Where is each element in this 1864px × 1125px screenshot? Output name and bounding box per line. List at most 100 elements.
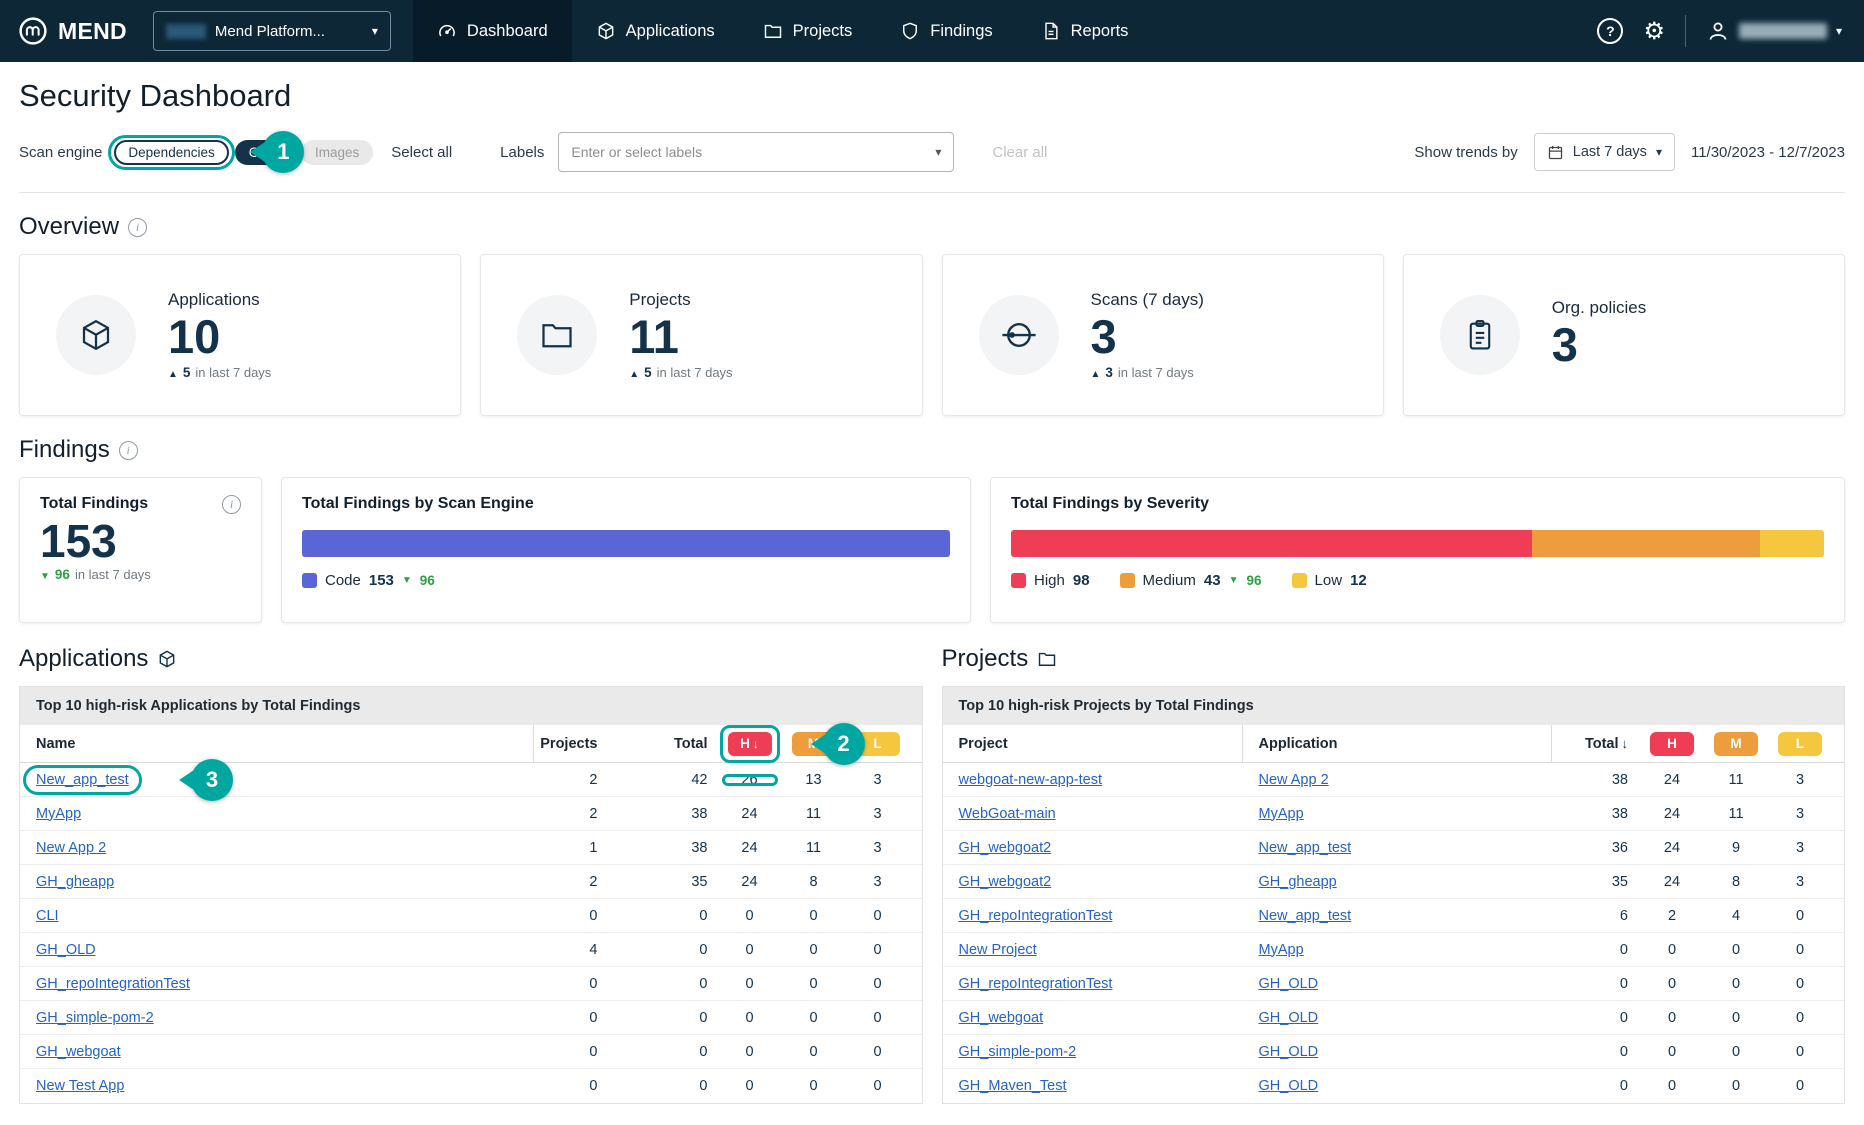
projects-col-l-badge[interactable]: L — [1778, 732, 1822, 756]
medium-count-cell[interactable]: 11 — [1704, 806, 1768, 822]
project-link[interactable]: GH_Maven_Test — [959, 1078, 1067, 1094]
low-count-cell[interactable]: 0 — [846, 976, 910, 992]
date-range-dropdown[interactable]: Last 7 days ▾ — [1534, 133, 1675, 171]
code-bar-segment[interactable] — [302, 530, 950, 557]
high-count-cell[interactable]: 0 — [1640, 1078, 1704, 1094]
high-count-cell[interactable]: 24 — [718, 874, 782, 890]
medium-count-cell[interactable]: 8 — [782, 874, 846, 890]
project-link[interactable]: GH_repoIntegrationTest — [959, 976, 1113, 992]
projects-count-cell[interactable]: 0 — [534, 908, 598, 924]
total-findings-cell[interactable]: 0 — [1552, 1010, 1640, 1026]
low-count-cell[interactable]: 0 — [1768, 1078, 1832, 1094]
high-count-cell[interactable]: 0 — [1640, 942, 1704, 958]
application-link[interactable]: GH_OLD — [1259, 976, 1319, 992]
medium-count-cell[interactable]: 0 — [782, 908, 846, 924]
high-count-cell[interactable]: 24 — [718, 840, 782, 856]
total-findings-cell[interactable]: 38 — [598, 840, 718, 856]
medium-count-cell[interactable]: 8 — [1704, 874, 1768, 890]
help-icon[interactable]: ? — [1597, 18, 1623, 44]
projects-count-cell[interactable]: 2 — [534, 806, 598, 822]
projects-col-h-badge[interactable]: H — [1650, 732, 1694, 756]
apps-col-h-badge[interactable]: H ↓ — [728, 732, 772, 756]
high-count-cell[interactable]: 24 — [1640, 806, 1704, 822]
total-findings-cell[interactable]: 38 — [1552, 806, 1640, 822]
user-menu[interactable]: ▾ — [1706, 19, 1842, 43]
high-count-cell[interactable]: 0 — [1640, 1044, 1704, 1060]
application-link[interactable]: GH_OLD — [1259, 1044, 1319, 1060]
medium-count-cell[interactable]: 0 — [782, 976, 846, 992]
medium-count-cell[interactable]: 0 — [782, 1044, 846, 1060]
medium-count-cell[interactable]: 11 — [782, 806, 846, 822]
labels-input[interactable] — [571, 144, 935, 160]
applications-summary-card[interactable]: Applications 10 ▲ 5 in last 7 days — [19, 254, 461, 416]
application-link[interactable]: New App 2 — [36, 840, 106, 856]
low-count-cell[interactable]: 0 — [846, 1010, 910, 1026]
low-count-cell[interactable]: 3 — [1768, 772, 1832, 788]
application-link[interactable]: GH_gheapp — [1259, 874, 1337, 890]
org-policies-summary-card[interactable]: Org. policies 3 — [1403, 254, 1845, 416]
projects-count-cell[interactable]: 2 — [534, 874, 598, 890]
application-link[interactable]: GH_OLD — [1259, 1010, 1319, 1026]
projects-count-cell[interactable]: 1 — [534, 840, 598, 856]
low-count-cell[interactable]: 0 — [1768, 908, 1832, 924]
medium-count-cell[interactable]: 0 — [1704, 1078, 1768, 1094]
projects-col-total[interactable]: Total↓ — [1552, 736, 1640, 752]
low-count-cell[interactable]: 0 — [846, 942, 910, 958]
project-link[interactable]: GH_repoIntegrationTest — [959, 908, 1113, 924]
high-count-cell[interactable]: 0 — [1640, 976, 1704, 992]
total-findings-cell[interactable]: 0 — [1552, 1078, 1640, 1094]
high-count-cell[interactable]: 26 — [718, 772, 782, 788]
medium-count-cell[interactable]: 0 — [782, 1010, 846, 1026]
medium-count-cell[interactable]: 0 — [1704, 942, 1768, 958]
medium-count-cell[interactable]: 0 — [782, 942, 846, 958]
total-findings-cell[interactable]: 0 — [1552, 942, 1640, 958]
high-count-cell[interactable]: 24 — [1640, 772, 1704, 788]
project-link[interactable]: WebGoat-main — [959, 806, 1056, 822]
projects-col-project[interactable]: Project — [943, 725, 1243, 762]
mend-logo[interactable]: MEND — [18, 16, 127, 46]
nav-reports[interactable]: Reports — [1017, 0, 1153, 62]
nav-applications[interactable]: Applications — [572, 0, 739, 62]
medium-count-cell[interactable]: 13 — [782, 772, 846, 788]
medium-count-cell[interactable]: 11 — [782, 840, 846, 856]
low-count-cell[interactable]: 3 — [846, 806, 910, 822]
apps-col-total[interactable]: Total — [598, 736, 718, 752]
project-link[interactable]: New Project — [959, 942, 1037, 958]
projects-count-cell[interactable]: 2 — [534, 772, 598, 788]
application-link[interactable]: New_app_test — [1259, 908, 1352, 924]
total-findings-cell[interactable]: 0 — [598, 1078, 718, 1094]
high-count-cell[interactable]: 0 — [718, 1010, 782, 1026]
project-link[interactable]: GH_webgoat — [959, 1010, 1044, 1026]
high-count-cell[interactable]: 0 — [718, 1078, 782, 1094]
total-findings-cell[interactable]: 38 — [1552, 772, 1640, 788]
chip-dependencies[interactable]: Dependencies — [114, 140, 228, 165]
projects-count-cell[interactable]: 4 — [534, 942, 598, 958]
low-count-cell[interactable]: 0 — [1768, 976, 1832, 992]
total-findings-cell[interactable]: 0 — [598, 942, 718, 958]
high-count-cell[interactable]: 0 — [718, 908, 782, 924]
high-count-cell[interactable]: 24 — [1640, 874, 1704, 890]
nav-findings[interactable]: Findings — [876, 0, 1016, 62]
medium-count-cell[interactable]: 11 — [1704, 772, 1768, 788]
projects-count-cell[interactable]: 0 — [534, 1078, 598, 1094]
total-findings-cell[interactable]: 35 — [598, 874, 718, 890]
medium-count-cell[interactable]: 0 — [1704, 1044, 1768, 1060]
low-count-cell[interactable]: 3 — [846, 840, 910, 856]
low-count-cell[interactable]: 3 — [1768, 874, 1832, 890]
total-findings-cell[interactable]: 6 — [1552, 908, 1640, 924]
apps-col-name[interactable]: Name — [20, 725, 534, 762]
nav-projects[interactable]: Projects — [739, 0, 877, 62]
application-link[interactable]: MyApp — [1259, 942, 1304, 958]
select-all-link[interactable]: Select all — [391, 144, 452, 161]
application-link[interactable]: GH_OLD — [36, 942, 96, 958]
total-findings-cell[interactable]: 35 — [1552, 874, 1640, 890]
total-findings-cell[interactable]: 0 — [598, 1010, 718, 1026]
info-icon[interactable]: i — [119, 441, 138, 460]
high-count-cell[interactable]: 24 — [1640, 840, 1704, 856]
application-link[interactable]: GH_repoIntegrationTest — [36, 976, 190, 992]
projects-count-cell[interactable]: 0 — [534, 1010, 598, 1026]
application-link[interactable]: GH_gheapp — [36, 874, 114, 890]
medium-count-cell[interactable]: 0 — [1704, 976, 1768, 992]
low-count-cell[interactable]: 0 — [1768, 942, 1832, 958]
high-count-cell[interactable]: 0 — [718, 976, 782, 992]
